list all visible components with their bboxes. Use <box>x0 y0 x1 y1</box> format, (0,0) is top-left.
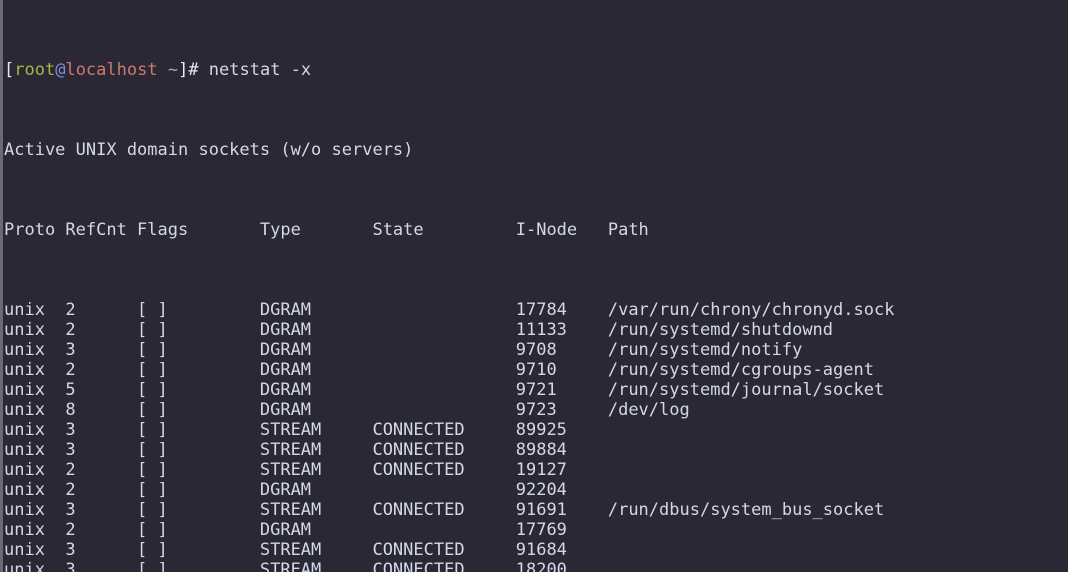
prompt-host: localhost <box>65 60 158 80</box>
table-row: unix 3 [ ] STREAM CONNECTED 91684 <box>4 540 567 560</box>
table-row: unix 3 [ ] STREAM CONNECTED 89925 <box>4 420 567 440</box>
prompt-line: [root@localhost ~]# netstat -x <box>4 60 1068 80</box>
output-banner: Active UNIX domain sockets (w/o servers) <box>4 140 414 160</box>
terminal-screen[interactable]: [root@localhost ~]# netstat -x Active UN… <box>4 0 1068 572</box>
table-header: Proto RefCnt Flags Type State I-Node Pat… <box>4 220 649 240</box>
table-row: unix 2 [ ] STREAM CONNECTED 19127 <box>4 460 567 480</box>
table-row: unix 2 [ ] DGRAM 9710 /run/systemd/cgrou… <box>4 360 874 380</box>
table-row: unix 2 [ ] DGRAM 17769 <box>4 520 567 540</box>
table-row: unix 2 [ ] DGRAM 92204 <box>4 480 567 500</box>
prompt-sigil: ]# <box>178 60 209 80</box>
table-row: unix 3 [ ] DGRAM 9708 /run/systemd/notif… <box>4 340 803 360</box>
table-row: unix 3 [ ] STREAM CONNECTED 91691 /run/d… <box>4 500 885 520</box>
table-row: unix 3 [ ] STREAM CONNECTED 18200 <box>4 560 567 572</box>
table-row: unix 5 [ ] DGRAM 9721 /run/systemd/journ… <box>4 380 885 400</box>
prompt-cwd: ~ <box>167 60 179 80</box>
table-row: unix 2 [ ] DGRAM 11133 /run/systemd/shut… <box>4 320 834 340</box>
terminal-window[interactable]: [root@localhost ~]# netstat -x Active UN… <box>0 0 1068 572</box>
socket-table-body: unix 2 [ ] DGRAM 17784 /var/run/chrony/c… <box>4 300 1068 572</box>
prompt-bracket-open: [ <box>4 60 15 80</box>
prompt-at-sign: @ <box>55 60 66 80</box>
scrollbar-rail[interactable] <box>0 0 3 572</box>
table-row: unix 2 [ ] DGRAM 17784 /var/run/chrony/c… <box>4 300 895 320</box>
table-row: unix 8 [ ] DGRAM 9723 /dev/log <box>4 400 690 420</box>
command-text: netstat -x <box>208 60 312 80</box>
table-row: unix 3 [ ] STREAM CONNECTED 89884 <box>4 440 567 460</box>
prompt-user: root <box>14 60 56 80</box>
